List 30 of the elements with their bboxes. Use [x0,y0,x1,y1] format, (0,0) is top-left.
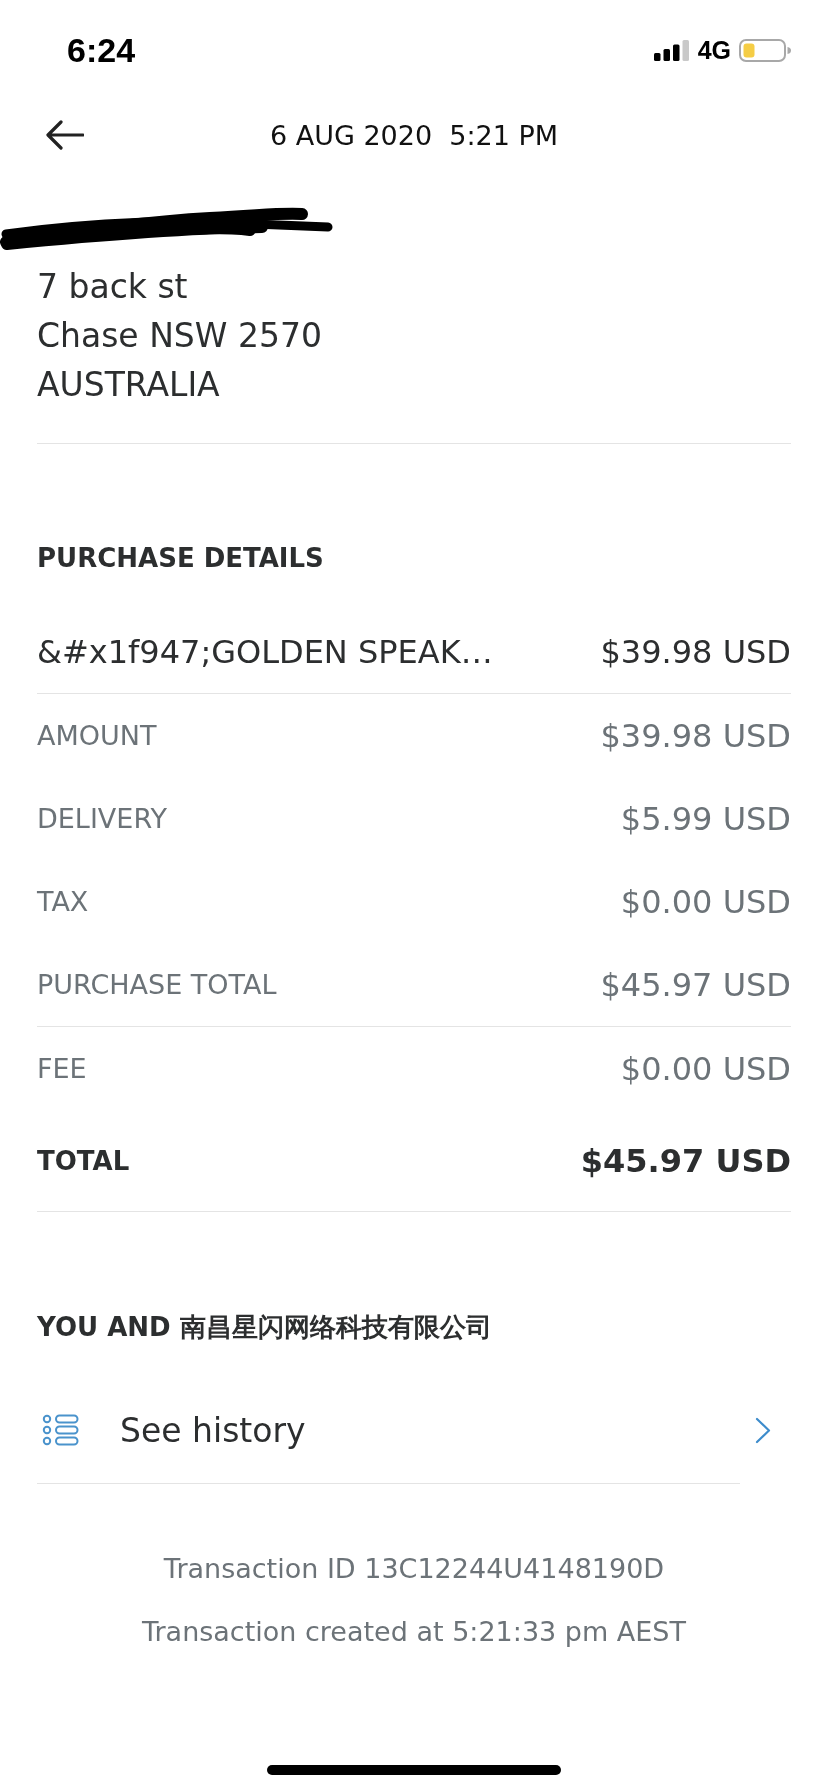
chevron-right-icon [755,1416,771,1444]
network-label: 4G [697,35,731,65]
item-price: $39.98 USD [600,633,791,671]
summary-label: TAX [37,886,89,917]
list-icon [42,1414,79,1446]
total-value: $45.97 USD [580,1141,791,1180]
summary-value: $39.98 USD [600,716,791,755]
summary-label: FEE [37,1053,87,1084]
summary-value: $0.00 USD [620,882,791,921]
summary-value: $0.00 USD [620,1049,791,1088]
summary-label: PURCHASE TOTAL [37,969,277,1000]
left-arrow-icon[interactable] [46,120,84,150]
address-line: 7 back st [37,266,188,308]
summary-value: $45.97 USD [600,965,791,1004]
transaction-created: Transaction created at 5:21:33 pm AEST [141,1615,686,1649]
section-heading: YOU AND 南昌星闪网络科技有限公司 [37,1311,492,1344]
total-label: TOTAL [37,1145,130,1176]
signal-icon [653,39,690,61]
battery-icon [739,38,791,62]
summary-value: $5.99 USD [620,799,791,838]
see-history-link[interactable]: See history [37,1377,791,1483]
transaction-id: Transaction ID 13C12244U4148190D [163,1552,665,1586]
address-line: AUSTRALIA [37,364,220,406]
summary-label: DELIVERY [37,803,167,834]
address-line: Chase NSW 2570 [37,315,322,357]
status-time: 6:24 [67,30,136,70]
section-heading: PURCHASE DETAILS [37,542,324,575]
item-name: &#x1f947;GOLDEN SPEAK… [37,633,493,671]
header-title: 6 AUG 2020 5:21 PM [269,119,559,151]
summary-label: AMOUNT [37,720,157,751]
